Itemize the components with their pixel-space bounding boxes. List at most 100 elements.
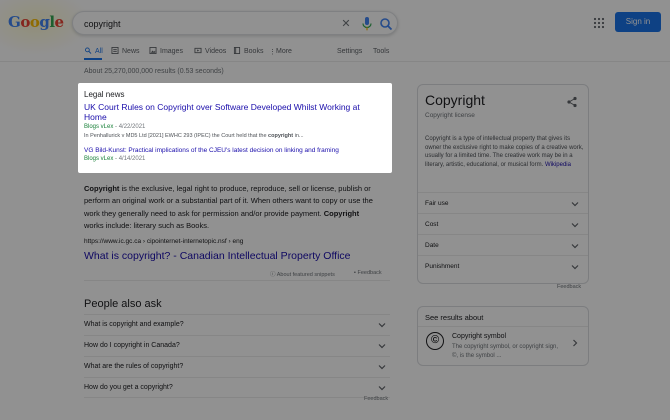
sign-in-button[interactable]: Sign in [615,12,661,32]
logo-letter: g [39,13,50,31]
paa-question-text: What are the rules of copyright? [84,363,184,370]
card-divider [418,326,588,327]
paa-question[interactable]: How do you get a copyright? [84,377,390,398]
about-label: About featured snippets [276,272,335,278]
news-date: - 4/14/2021 [113,156,146,162]
header-divider [0,61,670,62]
tools-link[interactable]: Tools [373,47,389,61]
tab-label: News [122,48,140,55]
chevron-down-icon [378,344,386,349]
kp-row-label: Fair use [425,200,449,207]
chevron-down-icon [571,265,579,270]
news-icon [111,47,119,54]
chevron-down-icon [571,223,579,228]
paa-question-text: How do I copyright in Canada? [84,342,180,349]
snippet-text: in... [293,133,304,139]
paa-question[interactable]: What are the rules of copyright? [84,356,390,377]
section-divider [84,280,390,281]
search-icon [85,47,92,54]
snippet-text: In Penhallurick v MD5 Ltd [2021] EWHC 29… [84,133,269,139]
news-date: - 4/22/2021 [113,124,146,130]
paa-question[interactable]: What is copyright and example? [84,314,390,335]
kp-row-punishment[interactable]: Punishment [418,255,588,276]
snippet-term: copyright [268,133,294,139]
active-tab-indicator [84,58,102,60]
kp-row-cost[interactable]: Cost [418,213,588,234]
feedback-link[interactable]: Feedback [364,396,388,402]
chevron-down-icon [571,244,579,249]
chevron-down-icon [378,386,386,391]
logo-letter: o [29,13,40,31]
tab-label: More [276,48,292,55]
about-featured-snippets-link[interactable]: ⓘ About featured snippets [270,270,335,278]
tab-more[interactable]: ⋮More [269,47,292,61]
kp-description: Copyright is a type of intellectual prop… [425,135,585,169]
search-box[interactable]: ✕ [72,11,398,35]
result-stats: About 25,270,000,000 results (0.53 secon… [84,68,224,75]
help-icon: ⓘ [270,272,277,278]
news-source: Blogs vLex [84,124,114,130]
snippet-term: Copyright [323,208,360,218]
kp-row-date[interactable]: Date [418,234,588,255]
kp-title: Copyright [425,92,485,108]
chevron-right-icon[interactable] [571,339,579,347]
logo-letter: G [8,13,21,31]
logo-letter: o [20,13,30,31]
knowledge-panel: Copyright Copyright license Copyright is… [417,84,589,284]
see-results-about-heading: See results about [425,313,484,322]
result-url[interactable]: https://www.ic.gc.ca › cipointernet-inte… [84,238,243,245]
legal-news-heading: Legal news [84,90,125,99]
people-also-ask-heading: People also ask [84,298,162,310]
news-meta: Blogs vLex - 4/22/2021 [84,124,145,130]
tab-books[interactable]: Books [233,47,263,61]
chevron-down-icon [571,202,579,207]
book-icon [233,47,241,54]
image-icon [149,47,157,54]
news-meta: Blogs vLex - 4/14/2021 [84,156,145,162]
tab-label: Images [160,48,183,55]
chevron-down-icon [378,323,386,328]
kp-row-label: Punishment [425,263,460,270]
more-vert-icon: ⋮ [269,49,276,56]
search-input[interactable] [84,16,314,32]
kp-row-label: Date [425,242,439,249]
feedback-link[interactable]: Feedback [557,284,581,290]
result-title-link[interactable]: What is copyright? - Canadian Intellectu… [84,250,351,262]
paa-question-text: What is copyright and example? [84,321,184,328]
snippet-text: works include: literary such as Books. [84,220,210,230]
search-icon[interactable] [378,16,394,32]
tab-news[interactable]: News [111,47,140,61]
news-article-link[interactable]: UK Court Rules on Copyright over Softwar… [84,102,384,122]
mic-icon[interactable] [360,16,374,32]
snippet-term: Copyright [84,184,120,193]
kp-row-fair-use[interactable]: Fair use [418,192,588,213]
related-entity-description: The copyright symbol, or copyright sign,… [452,344,559,359]
google-logo[interactable]: Google [8,8,70,36]
close-icon[interactable]: ✕ [339,17,353,31]
feedback-label: Feedback [357,270,382,276]
tab-label: All [95,48,103,55]
related-entity-name[interactable]: Copyright symbol [452,333,506,340]
news-snippet: In Penhallurick v MD5 Ltd [2021] EWHC 29… [84,133,386,139]
tab-label: Books [244,48,264,55]
news-article-link[interactable]: VG Bild-Kunst: Practical implications of… [84,147,339,154]
paa-question[interactable]: How do I copyright in Canada? [84,335,390,356]
legal-news-box: Legal news UK Court Rules on Copyright o… [78,83,392,173]
share-icon[interactable] [566,95,578,108]
tab-label: Videos [205,48,227,55]
tab-images[interactable]: Images [149,47,183,61]
featured-snippet-text: Copyright is the exclusive, legal right … [84,183,374,232]
chevron-down-icon [378,365,386,370]
settings-link[interactable]: Settings [337,47,362,61]
wikipedia-link[interactable]: Wikipedia [545,162,571,168]
feedback-link[interactable]: ▪ Feedback [354,270,382,276]
kp-subtitle: Copyright license [425,112,475,119]
news-source: Blogs vLex [84,156,114,162]
video-icon [194,47,202,54]
copyright-symbol-icon[interactable]: © [426,332,444,350]
kp-row-label: Cost [425,221,439,228]
paa-question-text: How do you get a copyright? [84,384,173,391]
apps-grid-icon[interactable] [593,16,605,29]
tab-videos[interactable]: Videos [194,47,226,61]
see-results-about-card: See results about © Copyright symbol The… [417,306,589,366]
